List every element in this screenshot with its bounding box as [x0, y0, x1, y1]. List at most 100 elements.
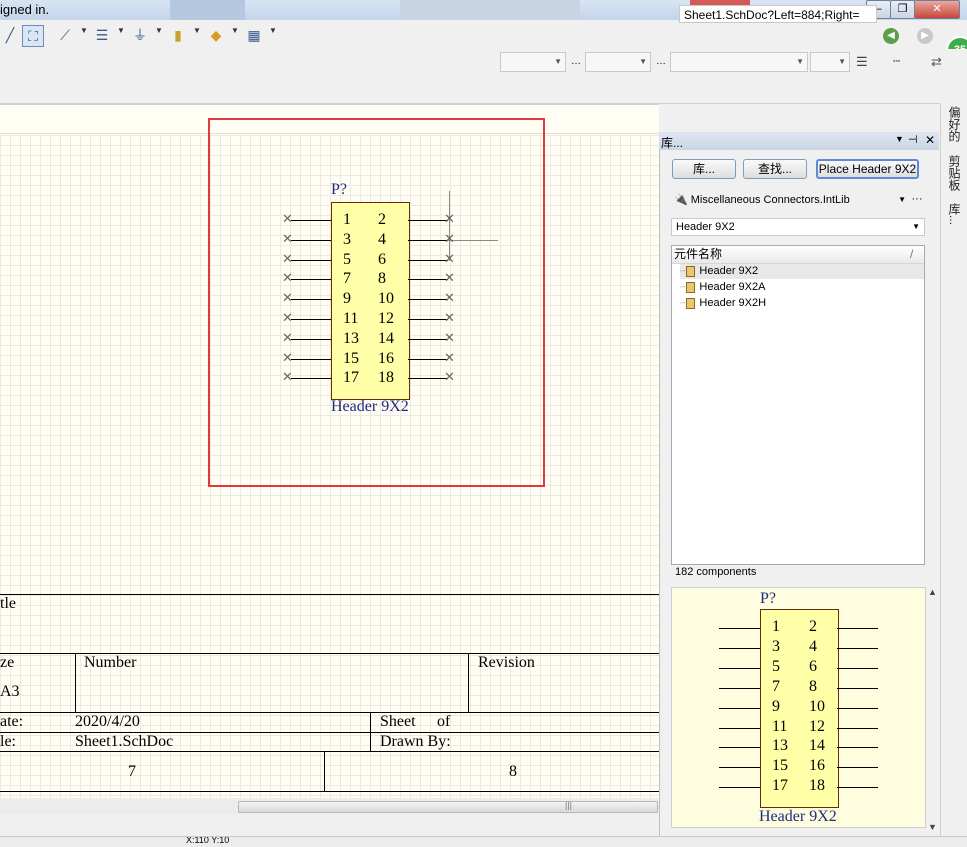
libraries-button[interactable]: 库... — [672, 159, 736, 179]
preview-pin-line — [837, 667, 878, 669]
restore-button[interactable]: ❐ — [890, 0, 915, 19]
part-icon[interactable]: ▮ — [168, 25, 188, 45]
pin-icon[interactable]: ⊣ — [908, 133, 918, 146]
preview-comment: Header 9X2 — [759, 808, 837, 825]
number-label: Number — [84, 654, 137, 671]
component-list-header[interactable]: 元件名称 / — [672, 246, 924, 264]
pin-end-marker-icon: ✕ — [444, 369, 455, 385]
pin-number: 15 — [343, 349, 359, 367]
tab-libraries[interactable]: 库... — [946, 203, 963, 225]
column-header-name[interactable]: 元件名称 — [674, 246, 722, 263]
preview-pin-number: 14 — [809, 737, 825, 755]
tree-connector: ┈ — [680, 282, 686, 292]
dotted-list-icon[interactable]: ┅ — [893, 54, 900, 68]
chevron-down-icon: ▼ — [898, 195, 906, 204]
zone-label-right: 8 — [509, 763, 517, 780]
filter-dropdown[interactable]: Header 9X2 ▼ — [671, 218, 925, 236]
status-bar: X:110 Y:10 — [0, 836, 967, 847]
pin-number: 9 — [343, 290, 351, 308]
filter-combo-2[interactable]: ▼ — [585, 52, 651, 72]
pin-line — [291, 259, 331, 261]
chevron-down-icon[interactable]: ▼ — [193, 26, 201, 35]
close-button[interactable]: ✕ — [914, 0, 960, 19]
tree-connector: ┈ — [680, 298, 686, 308]
preview-pin-line — [837, 687, 878, 689]
library-panel-header: 库... ▼ ⊣ ✕ — [659, 132, 939, 150]
tab-clipboard[interactable]: 剪贴板 — [946, 155, 963, 191]
pin-end-marker-icon: ✕ — [282, 211, 293, 226]
pin-end-marker-icon: ✕ — [444, 250, 455, 266]
panel-menu-icon[interactable]: ▼ — [895, 134, 904, 144]
pin-end-marker-icon: ✕ — [282, 250, 293, 266]
list-item[interactable]: ┈ Header 9X2 — [680, 264, 924, 279]
filter-dropdown-value: Header 9X2 — [676, 221, 735, 233]
line-tool-icon[interactable]: ⟋ — [55, 25, 75, 45]
scroll-up-icon[interactable]: ▲ — [928, 587, 937, 597]
pin-number: 10 — [378, 290, 394, 308]
pin-end-marker-icon: ✕ — [444, 329, 455, 345]
list-item-label: Header 9X2 — [699, 265, 759, 277]
document-path-field[interactable]: Sheet1.SchDoc?Left=884;Right= — [679, 5, 877, 23]
ground-power-icon[interactable]: ⏚ — [130, 25, 150, 45]
arrange-icon[interactable]: ⇄ — [931, 54, 942, 70]
pin-line — [408, 358, 448, 360]
library-select[interactable]: 🔌 Miscellaneous Connectors.IntLib ▼ — [674, 192, 908, 208]
preview-pin-number: 6 — [809, 657, 817, 675]
wire-tool-icon[interactable]: ╱ — [0, 25, 20, 45]
pin-line — [408, 299, 448, 301]
preview-pin-number: 11 — [772, 717, 788, 735]
pin-line — [291, 378, 331, 380]
chevron-down-icon[interactable]: ▼ — [117, 26, 125, 35]
pin-end-marker-icon: ✕ — [444, 270, 455, 286]
pin-end-marker-icon: ✕ — [282, 310, 293, 325]
pin-end-marker-icon: ✕ — [444, 310, 455, 325]
scrollbar-thumb[interactable]: ||| — [238, 800, 658, 813]
pin-end-marker-icon: ✕ — [282, 349, 293, 365]
pin-number: 4 — [378, 230, 386, 248]
list-item[interactable]: ┈ Header 9X2A — [680, 280, 765, 295]
preview-pin-line — [719, 727, 760, 729]
tree-connector: ┈ — [680, 266, 686, 276]
preview-pin-number: 17 — [772, 777, 788, 795]
date-label: ate: — [0, 713, 24, 730]
preview-pin-line — [837, 747, 878, 749]
title-bar-segment — [170, 0, 245, 20]
title-block-line — [0, 751, 659, 752]
main-toolbar: ╱ ⛶ ⟋ ▼ ☰ ▼ ⏚ ▼ ▮ ▼ ◆ ▼ ▦ ▼ — [0, 21, 967, 50]
library-panel-title: 库... — [661, 136, 684, 150]
chevron-down-icon[interactable]: ▼ — [80, 26, 88, 35]
chevron-down-icon[interactable]: ▼ — [155, 26, 163, 35]
align-icon[interactable]: ☰ — [92, 25, 112, 45]
filter-combo-1[interactable]: ▼ — [500, 52, 566, 72]
close-panel-icon[interactable]: ✕ — [925, 133, 935, 147]
chevron-down-icon[interactable]: ▼ — [269, 26, 277, 35]
list-icon[interactable]: ☰ — [856, 54, 868, 70]
title-block-line — [468, 653, 469, 712]
preview-pin-number: 13 — [772, 737, 788, 755]
library-more-button[interactable]: ··· — [909, 192, 925, 206]
pin-line — [408, 338, 448, 340]
preview-pin-number: 9 — [772, 697, 780, 715]
filter-combo-4[interactable]: ▼ — [810, 52, 850, 72]
pin-end-marker-icon: ✕ — [444, 349, 455, 365]
schematic-sheet[interactable]: P? Header 9X2 tle ze A3 Number Revision … — [0, 104, 659, 799]
search-button[interactable]: 查找... — [743, 159, 807, 179]
forward-icon[interactable]: ▶ — [917, 28, 933, 44]
tab-favorites[interactable]: 偏好的 — [946, 106, 963, 142]
preview-designator: P? — [760, 590, 776, 607]
pin-number: 3 — [343, 230, 351, 248]
scroll-down-icon[interactable]: ▼ — [928, 822, 937, 832]
grid-icon[interactable]: ▦ — [244, 25, 264, 45]
component-preview: P? Header 9X2 1 3 5 7 9 11 13 15 17 2 4 6 8 10 12 14 16 1… — [671, 587, 926, 828]
chevron-down-icon[interactable]: ▼ — [231, 26, 239, 35]
place-component-button[interactable]: Place Header 9X2 — [816, 159, 919, 179]
port-icon[interactable]: ◆ — [206, 25, 226, 45]
zoom-select-icon[interactable]: ⛶ — [22, 25, 44, 47]
filter-combo-3[interactable]: ▼ — [670, 52, 808, 72]
back-icon[interactable]: ◀ — [883, 28, 899, 44]
list-item[interactable]: ┈ Header 9X2H — [680, 296, 766, 311]
title-block-line — [0, 791, 659, 792]
document-tab-bar — [0, 79, 940, 104]
pin-end-marker-icon: ✕ — [282, 329, 293, 345]
pin-end-marker-icon: ✕ — [282, 369, 293, 385]
